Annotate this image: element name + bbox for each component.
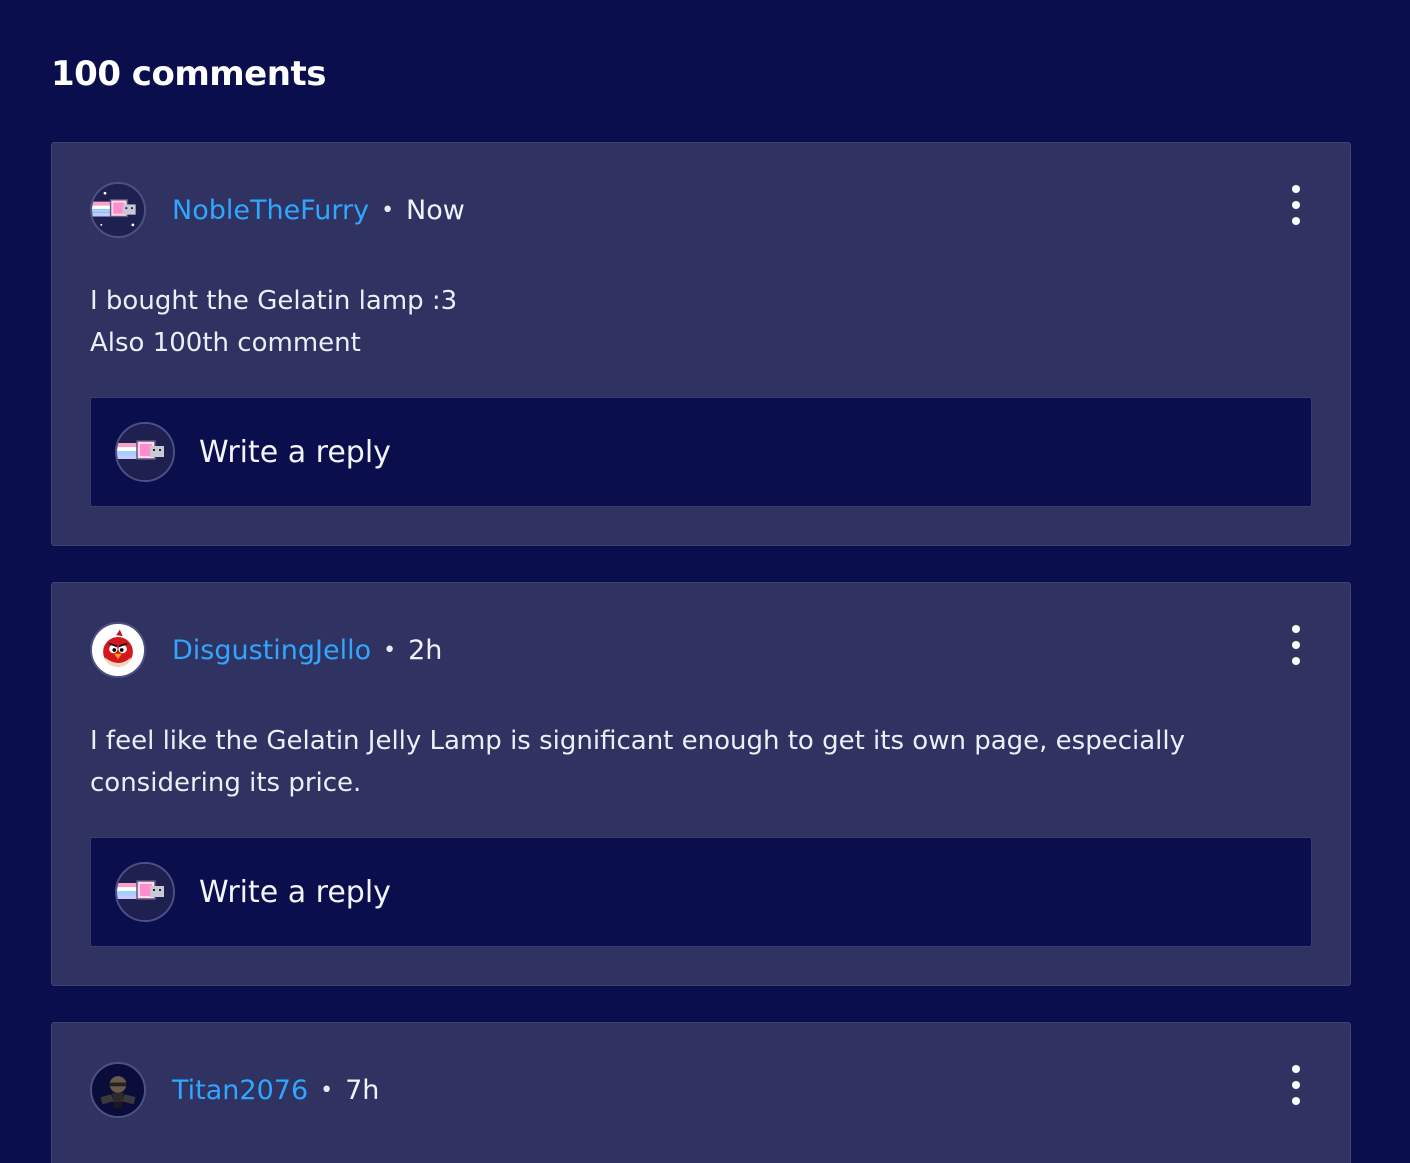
current-user-avatar-icon bbox=[115, 422, 175, 482]
reply-input[interactable]: Write a reply bbox=[90, 397, 1312, 507]
vertical-ellipsis-icon[interactable] bbox=[1282, 185, 1310, 225]
current-user-avatar-icon bbox=[115, 862, 175, 922]
comment-timestamp: Now bbox=[406, 194, 465, 226]
comment-header: NobleTheFurry • Now bbox=[90, 180, 1312, 240]
comment-header: DisgustingJello • 2h bbox=[90, 620, 1312, 680]
titan-robot-avatar-icon[interactable] bbox=[90, 1062, 146, 1118]
reply-placeholder: Write a reply bbox=[199, 874, 391, 910]
comment-text: I feel like the Gelatin Jelly Lamp is si… bbox=[90, 726, 1185, 798]
comment-timestamp: 2h bbox=[408, 634, 443, 666]
comment-card: Titan2076 • 7h bbox=[51, 1022, 1351, 1163]
comment-author-link[interactable]: Titan2076 bbox=[172, 1075, 308, 1106]
comment-timestamp: 7h bbox=[345, 1074, 380, 1106]
meta-separator: • bbox=[383, 637, 397, 663]
comment-author-link[interactable]: NobleTheFurry bbox=[172, 195, 369, 226]
comments-section: 100 comments NobleTheFurry • Now I bough… bbox=[0, 0, 1410, 1163]
comment-author-link[interactable]: DisgustingJello bbox=[172, 635, 371, 666]
comment-card: NobleTheFurry • Now I bought the Gelatin… bbox=[51, 142, 1351, 546]
reply-placeholder: Write a reply bbox=[199, 434, 391, 470]
vertical-ellipsis-icon[interactable] bbox=[1282, 1065, 1310, 1105]
meta-separator: • bbox=[381, 197, 395, 223]
comments-count-heading: 100 comments bbox=[51, 54, 326, 94]
reply-input[interactable]: Write a reply bbox=[90, 837, 1312, 947]
meta-separator: • bbox=[320, 1077, 334, 1103]
comment-header: Titan2076 • 7h bbox=[90, 1060, 1312, 1120]
vertical-ellipsis-icon[interactable] bbox=[1282, 625, 1310, 665]
comment-card: DisgustingJello • 2h I feel like the Gel… bbox=[51, 582, 1351, 986]
comment-text: I bought the Gelatin lamp :3 Also 100th … bbox=[90, 286, 458, 358]
red-angry-bird-avatar-icon[interactable] bbox=[90, 622, 146, 678]
nyan-cat-avatar-icon[interactable] bbox=[90, 182, 146, 238]
